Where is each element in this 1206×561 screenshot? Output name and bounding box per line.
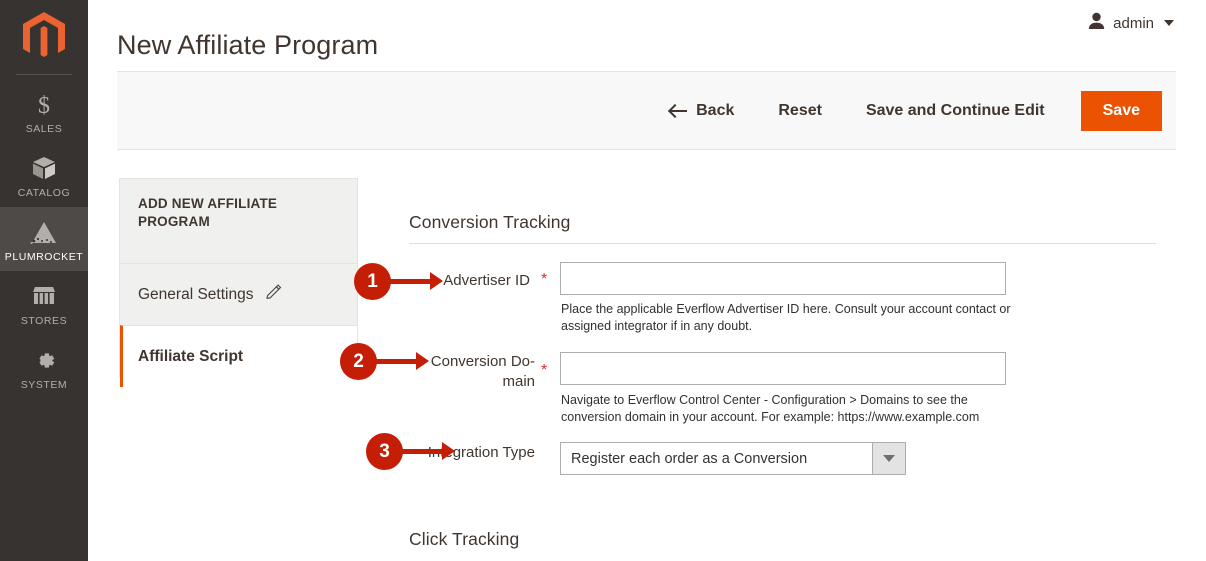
chevron-down-icon[interactable] [872, 443, 905, 474]
advertiser-id-input[interactable] [560, 262, 1006, 295]
callout-1-number: 1 [354, 263, 391, 300]
callout-2-number: 2 [340, 343, 377, 380]
arrow-right-icon [416, 352, 429, 370]
section-heading-click-tracking: Click Tracking [409, 529, 520, 549]
advertiser-id-help-text: Place the applicable Everflow Advertiser… [561, 302, 1011, 333]
integration-type-selected-value: Register each order as a Conversion [571, 450, 808, 467]
affiliate-form: Conversion Tracking Advertiser ID * Plac… [0, 0, 1206, 561]
callout-3-number: 3 [366, 433, 403, 470]
arrow-right-icon [430, 272, 443, 290]
arrow-right-icon [442, 442, 455, 460]
conversion-domain-required-marker: * [541, 362, 548, 379]
conversion-domain-help-text: Navigate to Everflow Control Center - Co… [561, 393, 980, 424]
section-divider [409, 243, 1156, 244]
conversion-domain-input[interactable] [560, 352, 1006, 385]
integration-type-select[interactable]: Register each order as a Conversion [560, 442, 906, 475]
section-heading-conversion-tracking: Conversion Tracking [409, 212, 571, 232]
advertiser-id-required-marker: * [541, 271, 548, 288]
conversion-domain-label: Conversion Do-main [430, 353, 535, 390]
screenshot-root: $ SALES CATALOG PLUMROCKET STORES SYSTEM… [0, 0, 1206, 561]
